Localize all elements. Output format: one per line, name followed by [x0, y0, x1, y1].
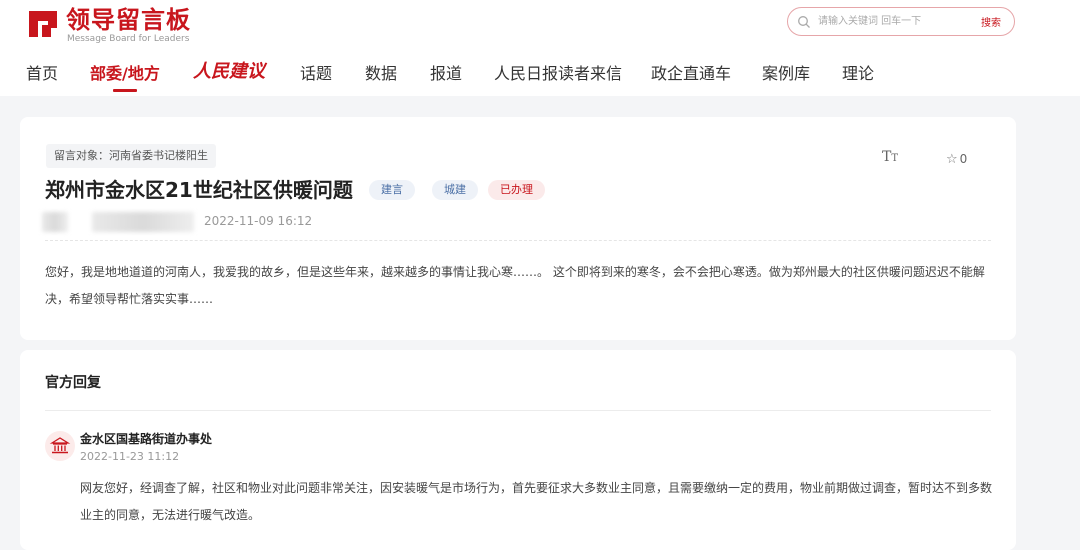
- main-nav: 首页 部委/地方 人民建议 话题 数据 报道 人民日报读者来信 政企直通车 案例…: [0, 60, 1080, 94]
- favorite-button[interactable]: ☆ 0: [946, 148, 968, 167]
- tag-suggestion-badge[interactable]: 建言: [369, 180, 415, 200]
- post-body: 您好，我是地地道道的河南人，我爱我的故乡，但是这些年来，越来越多的事情让我心寒……: [45, 265, 985, 306]
- institution-icon: [49, 437, 71, 454]
- nav-item-theory[interactable]: 理论: [842, 63, 874, 85]
- reply-org-name: 金水区国基路街道办事处: [80, 432, 213, 446]
- post-datetime: 2022-11-09 16:12: [204, 214, 313, 228]
- org-avatar: [45, 431, 75, 461]
- search-box: 搜索: [787, 7, 1015, 36]
- site-header: 领导留言板 Message Board for Leaders 搜索 首页 部委…: [0, 0, 1080, 96]
- logo-title: 领导留言板: [66, 6, 191, 34]
- divider: [45, 240, 991, 241]
- search-button[interactable]: 搜索: [981, 14, 1001, 29]
- nav-item-topics[interactable]: 话题: [300, 63, 332, 85]
- post-title: 郑州市金水区21世纪社区供暖问题: [45, 178, 353, 202]
- nav-item-home[interactable]: 首页: [26, 63, 58, 85]
- blurred-username: [92, 212, 194, 232]
- font-size-icon[interactable]: TT: [882, 149, 898, 165]
- search-icon: [798, 16, 810, 28]
- reply-heading: 官方回复: [45, 375, 101, 391]
- nav-item-ministries-local[interactable]: 部委/地方: [90, 63, 160, 85]
- reply-body: 网友您好，经调查了解，社区和物业对此问题非常关注，因安装暖气是市场行为，首先要征…: [80, 481, 993, 522]
- star-icon: ☆: [946, 152, 958, 167]
- logo-subtitle: Message Board for Leaders: [67, 34, 190, 44]
- reply-datetime: 2022-11-23 11:12: [80, 450, 180, 463]
- blurred-avatar: [42, 212, 68, 232]
- search-input[interactable]: [818, 12, 968, 31]
- logo-mark-icon: [29, 11, 57, 37]
- message-target-tag: 留言对象：河南省委书记楼阳生: [46, 144, 216, 168]
- tag-urban-construction-badge[interactable]: 城建: [432, 180, 478, 200]
- nav-item-data[interactable]: 数据: [365, 63, 397, 85]
- site-logo[interactable]: 领导留言板 Message Board for Leaders: [26, 6, 196, 44]
- nav-item-reader-letters[interactable]: 人民日报读者来信: [494, 63, 622, 85]
- nav-active-indicator: [113, 89, 137, 92]
- post-card: 留言对象：河南省委书记楼阳生 TT ☆ 0 郑州市金水区21世纪社区供暖问题 建言…: [20, 117, 1016, 340]
- official-reply-card: 官方回复 金水区国基路街道办事处 2022-11-23 11:12 网友您好，经…: [20, 350, 1016, 550]
- nav-item-reports[interactable]: 报道: [430, 63, 462, 85]
- nav-item-people-suggestions[interactable]: 人民建议: [193, 60, 265, 84]
- nav-item-business-express[interactable]: 政企直通车: [651, 63, 731, 85]
- nav-item-case-library[interactable]: 案例库: [762, 63, 810, 85]
- favorite-count: 0: [959, 152, 968, 166]
- divider: [45, 410, 991, 411]
- status-badge: 已办理: [488, 180, 545, 200]
